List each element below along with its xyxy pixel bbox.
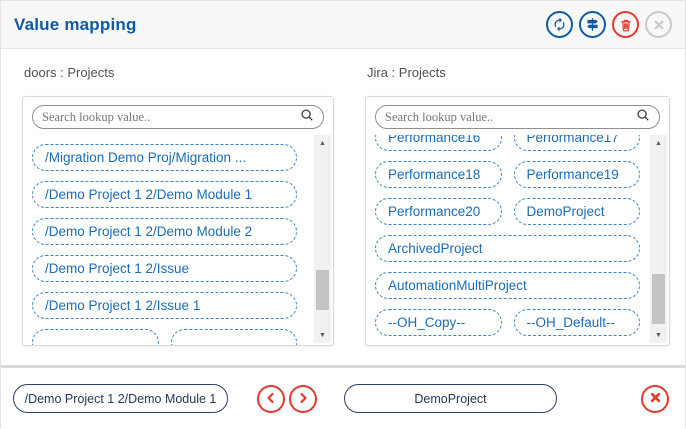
target-value-list: Performance16 Performance17 Performance18 P… xyxy=(366,135,669,345)
search-icon xyxy=(636,108,650,127)
trash-icon xyxy=(619,18,633,32)
lookup-value-pill[interactable]: /Demo Project 1 2/Issue 1 xyxy=(32,292,297,319)
source-lookup-card: /Migration Demo Proj/Migration ... /Demo … xyxy=(22,96,334,346)
mapping-content: doors : Projects /Migration Demo Proj/Mi… xyxy=(1,49,685,346)
remove-mapping-button[interactable] xyxy=(641,385,669,413)
lookup-value-pill[interactable]: --OH_Default-- xyxy=(514,309,641,336)
scroll-down-icon[interactable]: ▼ xyxy=(314,327,331,343)
close-icon xyxy=(653,19,665,31)
mapping-row: /Demo Project 1 2/Demo Module 1 DemoProj… xyxy=(1,368,685,429)
target-search-box xyxy=(375,105,660,129)
search-icon xyxy=(300,108,314,127)
lookup-value-pill[interactable] xyxy=(171,329,298,345)
remove-icon xyxy=(649,391,662,407)
close-button[interactable] xyxy=(645,11,672,38)
scroll-up-icon[interactable]: ▲ xyxy=(314,135,331,151)
source-search-row xyxy=(23,97,333,135)
header-actions xyxy=(546,11,672,38)
lookup-value-pill[interactable]: Performance17 xyxy=(514,135,641,151)
source-search-input[interactable] xyxy=(42,110,300,125)
lookup-value-pill[interactable]: Performance19 xyxy=(514,161,641,188)
target-scrollbar[interactable]: ▲ ▼ xyxy=(650,135,667,343)
lookup-value-pill[interactable]: /Migration Demo Proj/Migration ... xyxy=(32,144,297,171)
target-search-row xyxy=(366,97,669,135)
lookup-value-pill[interactable]: AutomationMultiProject xyxy=(375,272,640,299)
scroll-up-icon[interactable]: ▲ xyxy=(650,135,667,151)
scrollbar-thumb[interactable] xyxy=(652,274,665,324)
lookup-value-pill[interactable]: /Demo Project 1 2/Demo Module 1 xyxy=(32,181,297,208)
selected-target-value[interactable]: DemoProject xyxy=(344,384,557,413)
source-panel: doors : Projects /Migration Demo Proj/Mi… xyxy=(22,66,334,346)
lookup-value-pill[interactable]: /Demo Project 1 2/Issue xyxy=(32,255,297,282)
refresh-icon xyxy=(552,17,567,32)
lookup-value-pill[interactable]: Performance20 xyxy=(375,198,502,225)
source-value-list: /Migration Demo Proj/Migration ... /Demo … xyxy=(23,135,333,345)
lookup-value-pill[interactable]: /Demo Project 1 2/Demo Module 2 xyxy=(32,218,297,245)
lookup-value-pill[interactable]: --OH_Copy-- xyxy=(375,309,502,336)
prev-mapping-button[interactable] xyxy=(257,385,285,413)
target-search-input[interactable] xyxy=(385,110,636,125)
selected-source-value[interactable]: /Demo Project 1 2/Demo Module 1 xyxy=(13,384,228,413)
auto-map-button[interactable] xyxy=(579,11,606,38)
lookup-value-pill[interactable]: ArchivedProject xyxy=(375,235,640,262)
dialog-header: Value mapping xyxy=(1,1,685,49)
value-mapping-dialog: Value mapping xyxy=(0,0,686,428)
lookup-value-pill[interactable]: Performance16 xyxy=(375,135,502,151)
lookup-value-pill[interactable]: Performance18 xyxy=(375,161,502,188)
refresh-button[interactable] xyxy=(546,11,573,38)
source-scrollbar[interactable]: ▲ ▼ xyxy=(314,135,331,343)
chevron-right-icon xyxy=(296,391,310,408)
map-signs-icon xyxy=(585,17,600,32)
scroll-down-icon[interactable]: ▼ xyxy=(650,327,667,343)
source-panel-label: doors : Projects xyxy=(24,66,334,80)
next-mapping-button[interactable] xyxy=(289,385,317,413)
target-lookup-card: Performance16 Performance17 Performance18 P… xyxy=(365,96,670,346)
page-title: Value mapping xyxy=(14,15,137,35)
lookup-value-pill[interactable]: DemoProject xyxy=(514,198,641,225)
target-panel: Jira : Projects Performance16Performance… xyxy=(365,66,670,346)
scrollbar-thumb[interactable] xyxy=(316,270,329,310)
delete-button[interactable] xyxy=(612,11,639,38)
lookup-value-pill[interactable] xyxy=(32,329,159,345)
target-panel-label: Jira : Projects xyxy=(367,66,670,80)
chevron-left-icon xyxy=(264,391,278,408)
source-search-box xyxy=(32,105,324,129)
